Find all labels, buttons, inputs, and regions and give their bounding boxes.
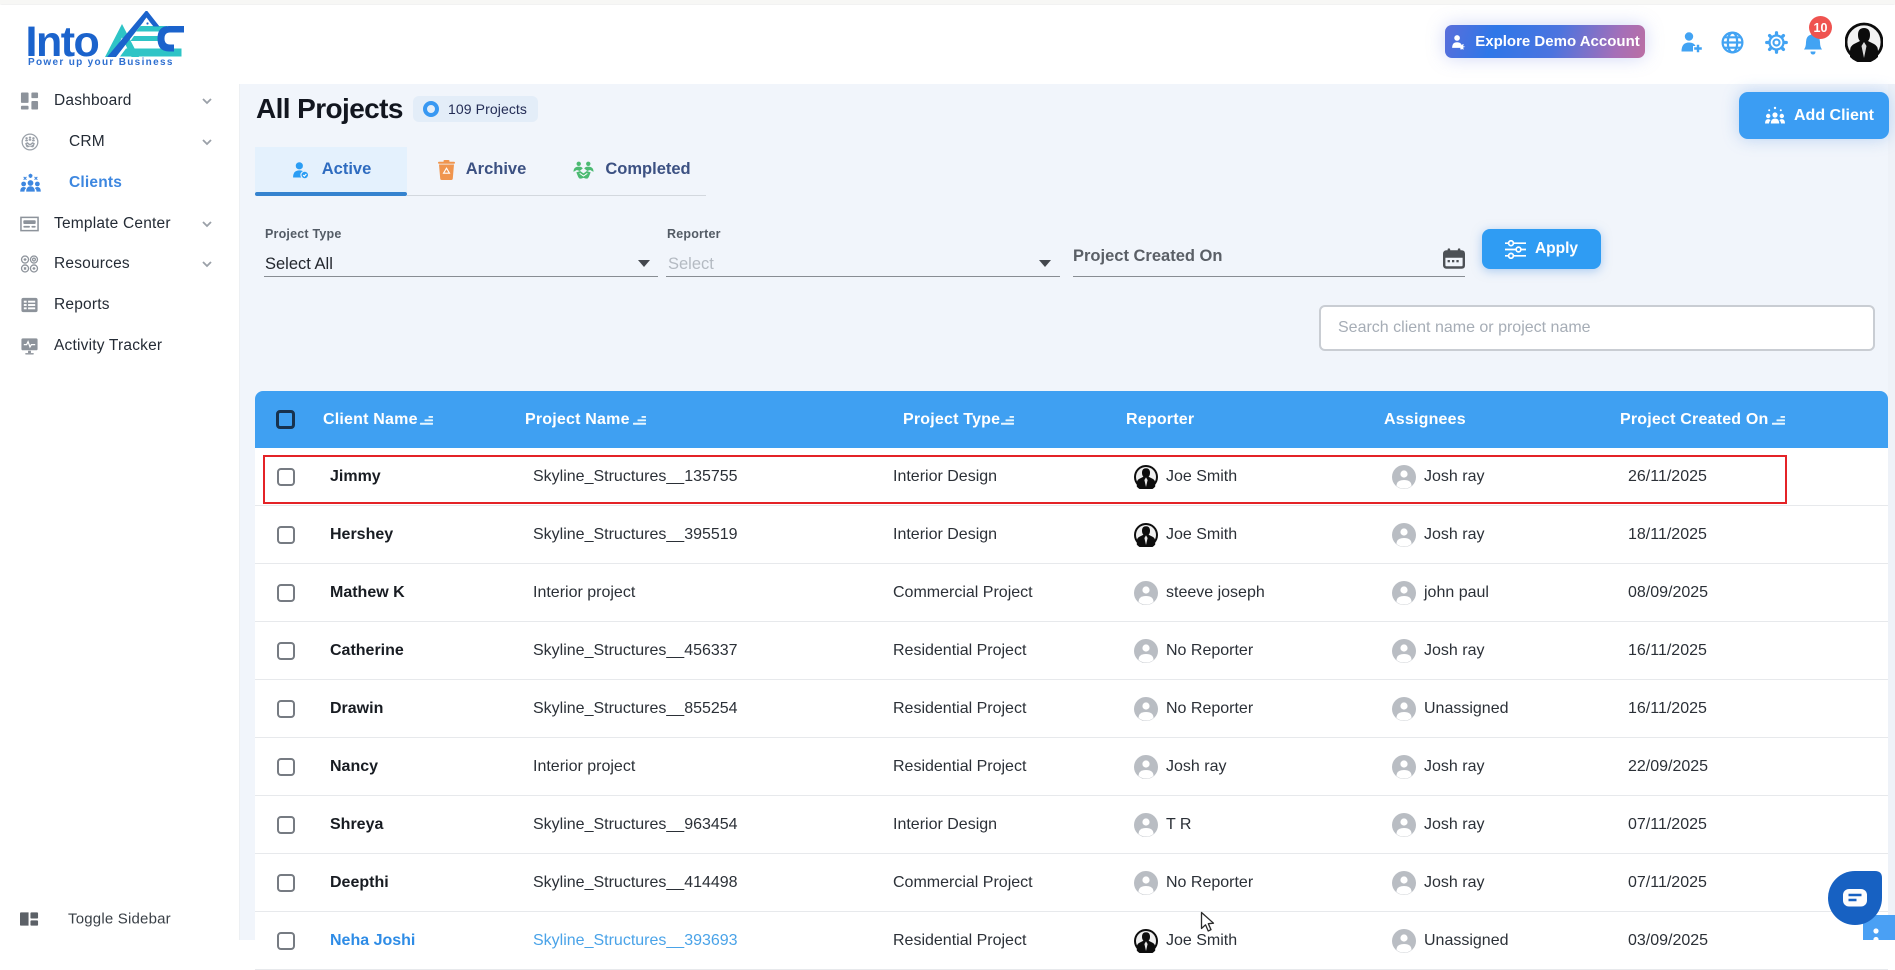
svg-text:Power up your Business: Power up your Business	[28, 57, 174, 68]
